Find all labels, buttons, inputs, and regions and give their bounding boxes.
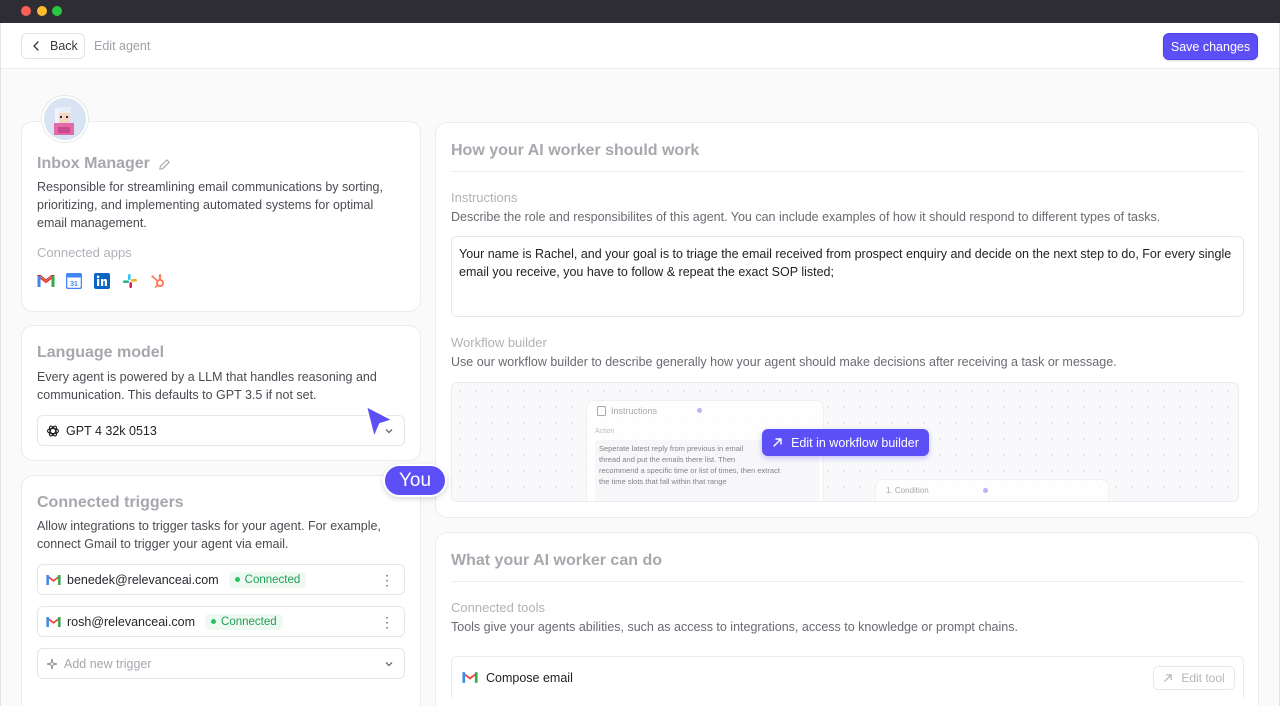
google-calendar-icon[interactable]: 31 (65, 272, 83, 290)
gmail-icon (462, 672, 478, 683)
collaborator-cursor-label: You (383, 464, 447, 497)
slack-icon[interactable] (121, 272, 139, 290)
status-badge: Connected (205, 613, 283, 630)
arrow-up-right-icon (773, 438, 782, 447)
trigger-row[interactable]: benedek@relevanceai.com Connected ⋮ (37, 564, 405, 595)
trigger-email: benedek@relevanceai.com (67, 572, 219, 587)
gmail-icon[interactable] (37, 272, 55, 290)
edit-workflow-button[interactable]: Edit in workflow builder (762, 429, 929, 456)
arrow-up-right-icon (1164, 674, 1173, 682)
how-it-works-title: How your AI worker should work (451, 142, 700, 159)
openai-icon (46, 425, 60, 436)
language-model-description: Every agent is powered by a LLM that han… (37, 370, 377, 402)
hubspot-icon[interactable] (149, 272, 167, 290)
node-text: the time slots that fall within that ran… (599, 477, 727, 486)
connector-dot (697, 408, 702, 413)
language-model-value: GPT 4 32k 0513 (66, 423, 157, 438)
add-trigger-select[interactable]: Add new trigger (37, 648, 405, 679)
instructions-help: Describe the role and responsibilites of… (451, 210, 1161, 224)
instructions-label: Instructions (451, 190, 518, 205)
workflow-label: Workflow builder (451, 335, 547, 350)
edit-tool-label: Edit tool (1181, 671, 1225, 685)
minimize-window-icon[interactable] (37, 6, 47, 16)
language-model-card: Language model Every agent is powered by… (21, 325, 421, 461)
chevron-left-icon (33, 41, 39, 51)
gmail-icon (46, 574, 61, 585)
connected-apps-list: 31 (37, 272, 167, 290)
node-title: Instructions (611, 406, 658, 416)
trigger-row[interactable]: rosh@relevanceai.com Connected ⋮ (37, 606, 405, 637)
window-titlebar (0, 0, 1280, 23)
can-do-card: What your AI worker can do Connected too… (435, 532, 1259, 706)
svg-text:31: 31 (70, 281, 78, 288)
workflow-preview[interactable]: Instructions Action Seperate latest repl… (451, 382, 1239, 502)
sparkle-icon (46, 658, 58, 669)
language-model-title: Language model (37, 344, 165, 361)
linkedin-icon[interactable] (93, 272, 111, 290)
condition-node: 1. Condition (875, 479, 1109, 501)
save-changes-button[interactable]: Save changes (1163, 33, 1258, 60)
top-bar: Back Edit agent Save changes (1, 23, 1279, 69)
document-icon (597, 406, 606, 416)
section-divider (451, 581, 1244, 582)
chevron-down-icon (385, 661, 393, 666)
back-button[interactable]: Back (21, 33, 85, 59)
node-section: Action (595, 428, 615, 435)
zoom-window-icon[interactable] (52, 6, 62, 16)
edit-workflow-label: Edit in workflow builder (791, 435, 919, 450)
app-window: Back Edit agent Save changes Inbox Manag… (0, 23, 1280, 706)
node-text: recommend a specific time or list of tim… (599, 466, 780, 475)
tool-row[interactable]: Compose email Edit tool (451, 656, 1244, 698)
condition-label: 1. Condition (886, 486, 929, 495)
agent-name[interactable]: Inbox Manager (37, 155, 150, 173)
more-options-icon[interactable]: ⋮ (380, 615, 394, 629)
section-divider (451, 171, 1244, 172)
close-window-icon[interactable] (21, 6, 31, 16)
connected-tools-help: Tools give your agents abilities, such a… (451, 620, 1018, 634)
connector-dot (983, 488, 988, 493)
language-model-select[interactable]: GPT 4 32k 0513 (37, 415, 405, 446)
connected-tools-label: Connected tools (451, 600, 545, 615)
triggers-title: Connected triggers (37, 494, 184, 511)
agent-profile-card: Inbox Manager Responsible for streamlini… (21, 121, 421, 312)
edit-tool-button[interactable]: Edit tool (1153, 666, 1235, 690)
agent-description: Responsible for streamlining email commu… (37, 180, 383, 230)
agent-avatar[interactable] (42, 96, 88, 142)
connected-triggers-card: Connected triggers Allow integrations to… (21, 475, 421, 706)
workflow-help: Use our workflow builder to describe gen… (451, 355, 1117, 369)
can-do-title: What your AI worker can do (451, 552, 662, 569)
breadcrumb: Edit agent (94, 39, 151, 53)
add-trigger-placeholder: Add new trigger (64, 656, 152, 671)
instructions-textarea[interactable]: Your name is Rachel, and your goal is to… (451, 236, 1244, 317)
back-label: Back (50, 39, 78, 53)
more-options-icon[interactable]: ⋮ (380, 573, 394, 587)
trigger-email: rosh@relevanceai.com (67, 614, 196, 629)
status-badge: Connected (228, 571, 307, 588)
tool-name: Compose email (486, 670, 573, 685)
gmail-icon (46, 616, 61, 627)
pencil-icon[interactable] (158, 158, 171, 171)
connected-apps-label: Connected apps (37, 245, 132, 260)
how-it-works-card: How your AI worker should work Instructi… (435, 122, 1259, 518)
cursor-arrow-icon (365, 405, 394, 439)
triggers-description: Allow integrations to trigger tasks for … (37, 519, 381, 551)
